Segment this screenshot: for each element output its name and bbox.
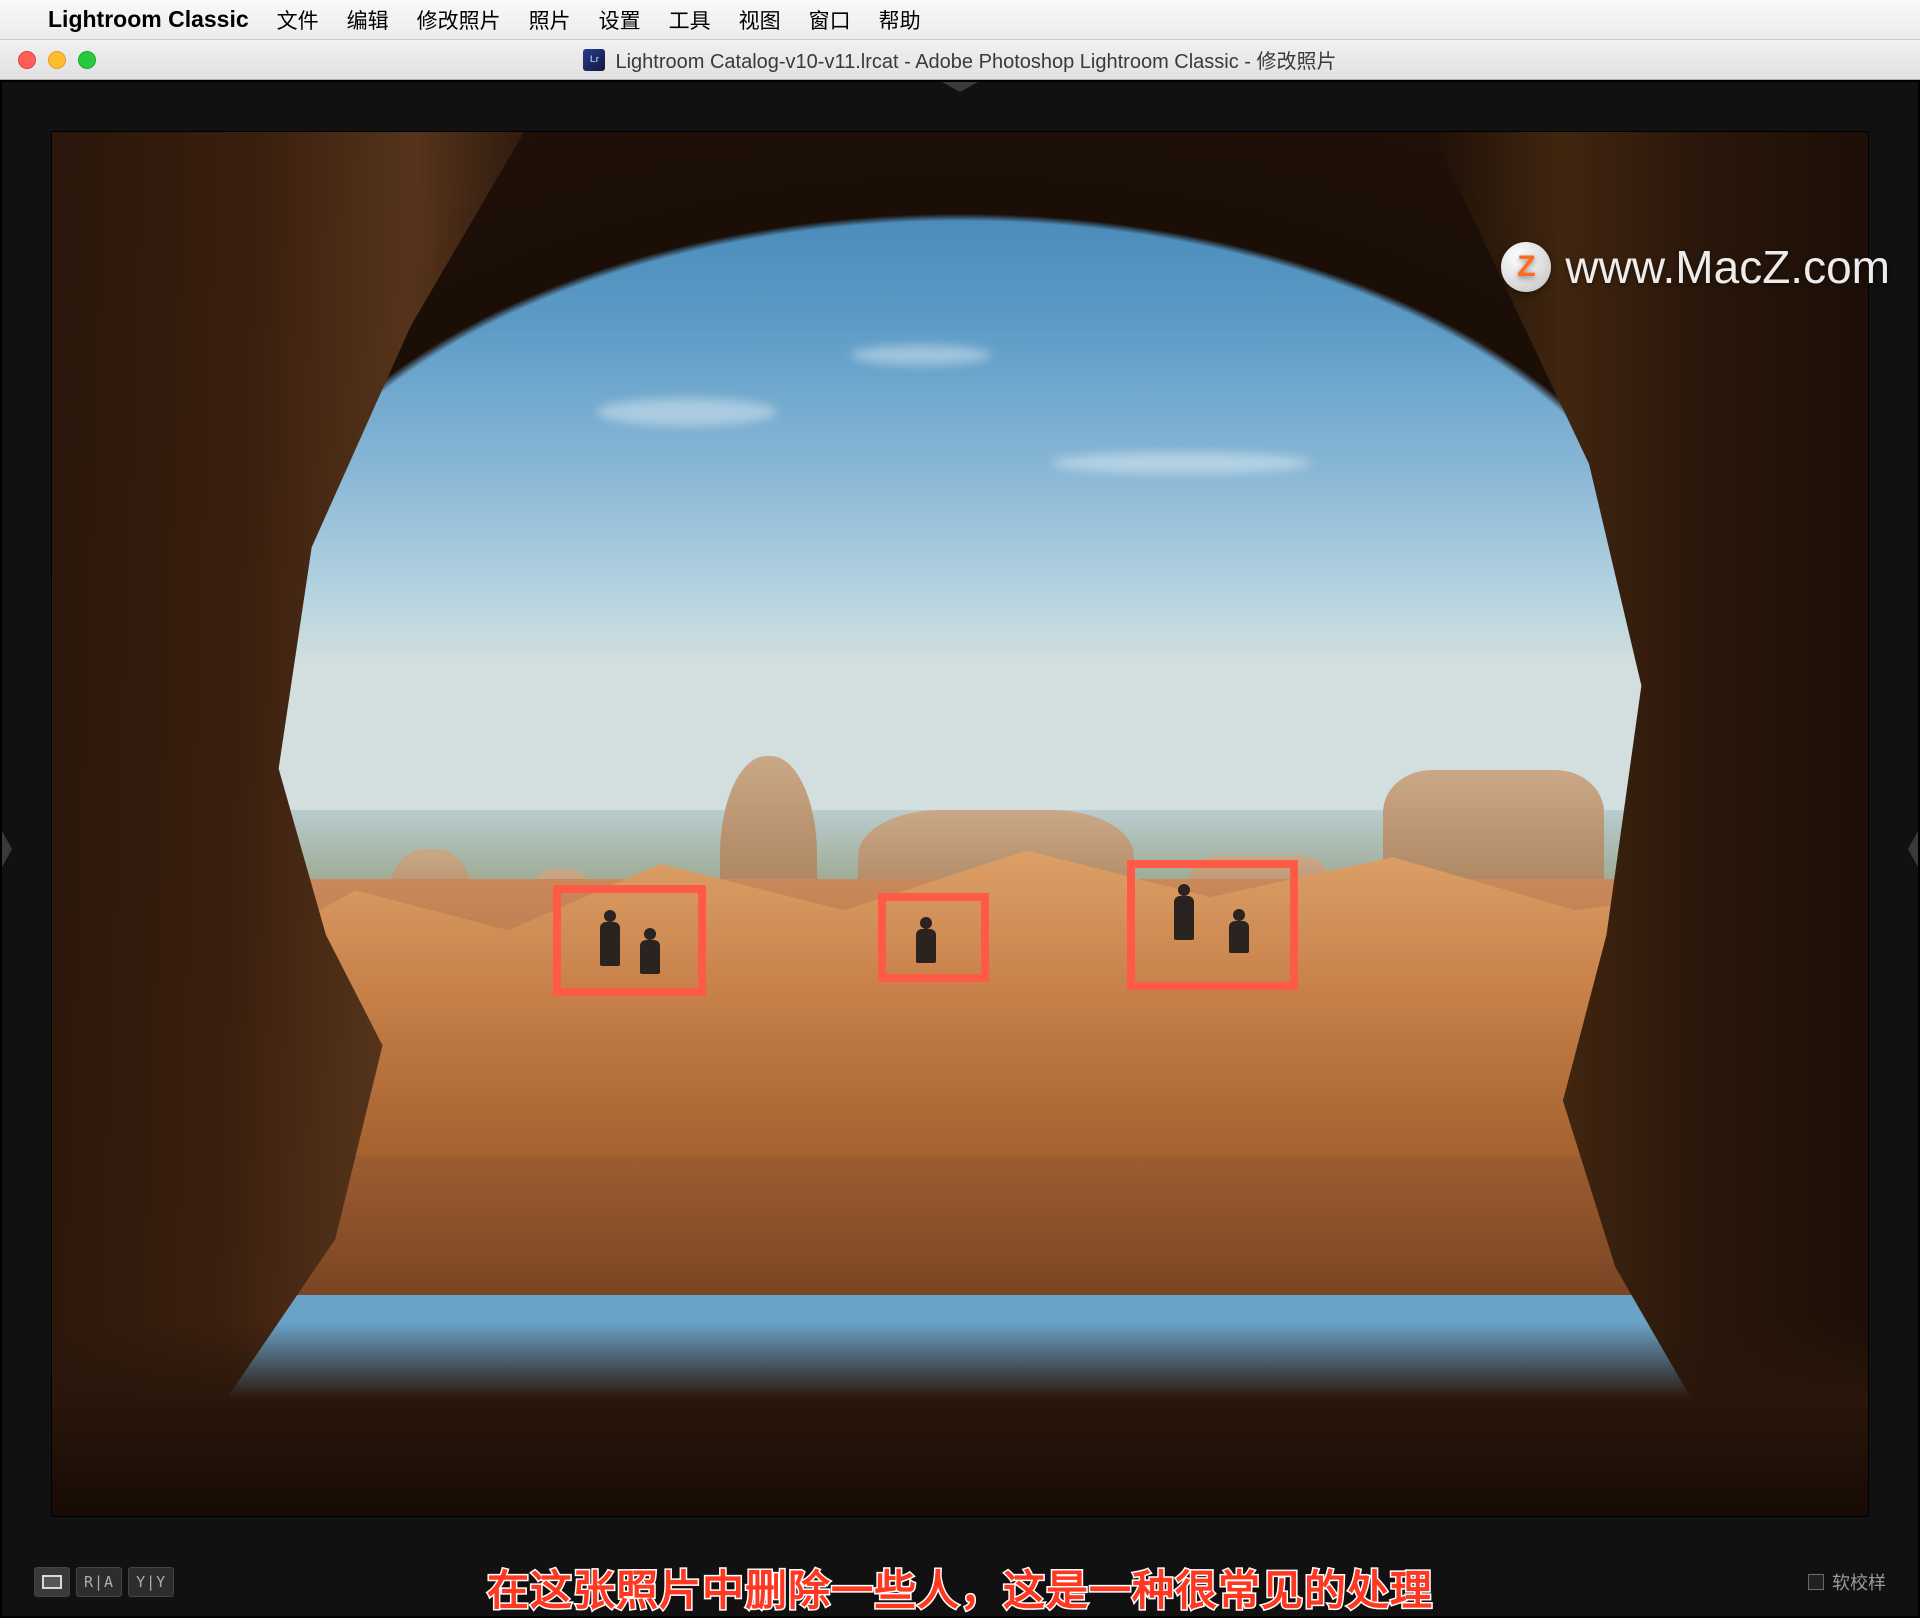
menu-view[interactable]: 视图 [739,5,781,35]
watermark-badge-icon: Z [1501,242,1551,292]
highlight-box-1 [553,885,706,996]
mac-menu-bar: Lightroom Classic 文件 编辑 修改照片 照片 设置 工具 视图… [0,0,1920,40]
window-title-text: Lightroom Catalog-v10-v11.lrcat - Adobe … [615,45,1336,74]
menu-window[interactable]: 窗口 [809,5,851,35]
watermark-text: www.MacZ.com [1565,240,1890,294]
panel-handle-left-icon[interactable] [2,831,12,867]
menu-settings[interactable]: 设置 [599,5,641,35]
lightroom-app-icon: Lr [583,49,605,71]
menu-file[interactable]: 文件 [277,5,319,35]
tutorial-caption: 在这张照片中删除一些人，这是一种很常见的处理 [2,1557,1918,1618]
menu-edit[interactable]: 编辑 [347,5,389,35]
watermark: Z www.MacZ.com [1501,240,1890,294]
panel-handle-right-icon[interactable] [1908,831,1918,867]
menu-photo[interactable]: 照片 [529,5,571,35]
panel-handle-top-icon[interactable] [942,82,978,92]
window-minimize-icon[interactable] [48,51,66,69]
photo-canvas[interactable] [52,132,1868,1516]
highlight-box-3 [1127,860,1298,990]
lightroom-workspace: R|A Y|Y 软校样 在这张照片中删除一些人，这是一种很常见的处理 [0,80,1920,1618]
window-close-icon[interactable] [18,51,36,69]
window-title-bar: Lr Lightroom Catalog-v10-v11.lrcat - Ado… [0,40,1920,80]
highlight-box-2 [878,893,989,982]
menu-tools[interactable]: 工具 [669,5,711,35]
window-title: Lr Lightroom Catalog-v10-v11.lrcat - Ado… [0,45,1920,74]
window-traffic-lights [18,51,96,69]
window-zoom-icon[interactable] [78,51,96,69]
menubar-app-name[interactable]: Lightroom Classic [48,6,249,33]
photo-preview [52,132,1868,1516]
menu-help[interactable]: 帮助 [879,5,921,35]
menu-develop[interactable]: 修改照片 [417,5,501,35]
